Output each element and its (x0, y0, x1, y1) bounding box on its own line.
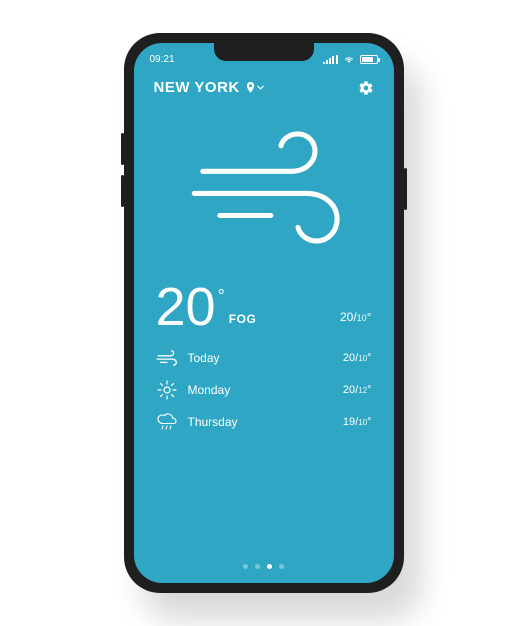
forecast-low: 10 (358, 354, 367, 363)
volume-up-button[interactable] (121, 133, 124, 165)
sun-icon (156, 381, 178, 399)
forecast-range: 20/12° (343, 384, 372, 396)
page-indicator[interactable] (134, 554, 394, 583)
forecast-range: 19/10° (343, 416, 372, 428)
notch (214, 43, 314, 61)
forecast-row[interactable]: Thursday 19/10° (156, 406, 372, 438)
volume-down-button[interactable] (121, 175, 124, 207)
degree-symbol: ° (218, 286, 225, 307)
location-pin-icon (246, 82, 264, 93)
screen: 09:21 NEW YORK (134, 43, 394, 583)
current-range: 20/10° (340, 310, 372, 324)
forecast-list: Today 20/10° Monday 20/12° Thursday 19/10° (134, 342, 394, 438)
pager-dot[interactable] (243, 564, 248, 569)
header: NEW YORK (134, 69, 394, 100)
power-button[interactable] (404, 168, 407, 210)
current-high: 20 (340, 310, 353, 324)
phone-frame: 09:21 NEW YORK (124, 33, 404, 593)
forecast-day-label: Monday (188, 383, 231, 397)
forecast-low: 12 (358, 386, 367, 395)
cell-signal-icon (323, 55, 338, 64)
current-condition: FOG (229, 312, 257, 326)
forecast-low: 10 (358, 418, 367, 427)
current-conditions: 20 ° FOG 20/10° (134, 280, 394, 342)
forecast-day-label: Thursday (188, 415, 238, 429)
forecast-day-label: Today (188, 351, 220, 365)
settings-button[interactable] (358, 80, 374, 96)
forecast-row[interactable]: Monday 20/12° (156, 374, 372, 406)
pager-dot[interactable] (279, 564, 284, 569)
current-low: 10 (357, 313, 367, 323)
forecast-high: 20 (343, 352, 355, 364)
wifi-icon (343, 54, 355, 64)
hero-weather-icon (134, 100, 394, 280)
status-time: 09:21 (150, 54, 175, 65)
location-selector[interactable]: NEW YORK (154, 79, 264, 96)
city-label: NEW YORK (154, 79, 240, 96)
chevron-down-icon (257, 85, 264, 90)
current-temp: 20 (156, 280, 216, 334)
battery-icon (360, 55, 378, 64)
forecast-row[interactable]: Today 20/10° (156, 342, 372, 374)
rain-icon (156, 413, 178, 431)
pager-dot[interactable] (255, 564, 260, 569)
forecast-range: 20/10° (343, 352, 372, 364)
forecast-high: 19 (343, 416, 355, 428)
forecast-high: 20 (343, 384, 355, 396)
wind-icon (156, 349, 178, 367)
pager-dot[interactable] (267, 564, 272, 569)
status-indicators (323, 54, 378, 64)
wind-icon (179, 130, 349, 250)
